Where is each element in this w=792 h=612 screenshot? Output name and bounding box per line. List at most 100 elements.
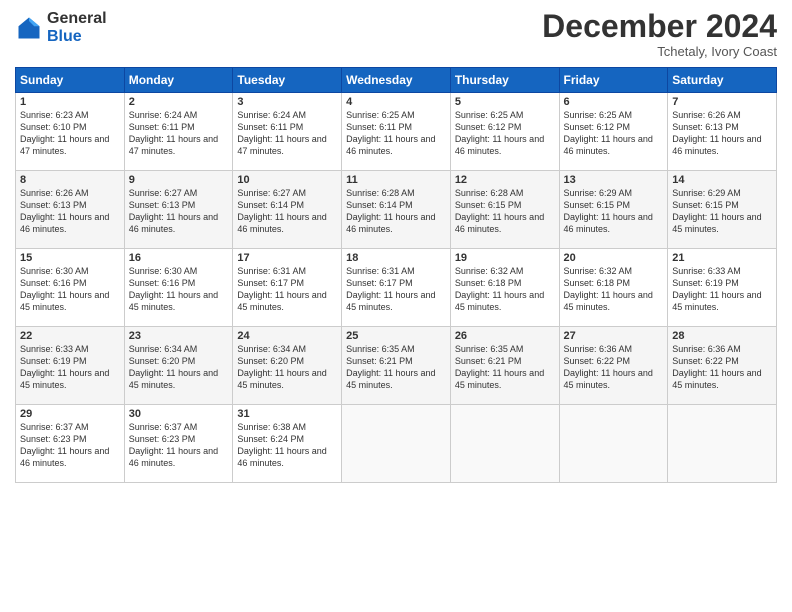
- calendar-week-row: 29Sunrise: 6:37 AMSunset: 6:23 PMDayligh…: [16, 405, 777, 483]
- day-number: 3: [237, 96, 337, 108]
- day-info: Sunrise: 6:24 AMSunset: 6:11 PMDaylight:…: [237, 109, 337, 158]
- day-number: 9: [129, 174, 229, 186]
- day-info: Sunrise: 6:28 AMSunset: 6:15 PMDaylight:…: [455, 187, 555, 236]
- header-saturday: Saturday: [668, 68, 777, 93]
- calendar-header-row: Sunday Monday Tuesday Wednesday Thursday…: [16, 68, 777, 93]
- day-number: 11: [346, 174, 446, 186]
- table-row: 30Sunrise: 6:37 AMSunset: 6:23 PMDayligh…: [124, 405, 233, 483]
- day-number: 15: [20, 252, 120, 264]
- table-row: 24Sunrise: 6:34 AMSunset: 6:20 PMDayligh…: [233, 327, 342, 405]
- day-number: 13: [564, 174, 664, 186]
- day-info: Sunrise: 6:25 AMSunset: 6:12 PMDaylight:…: [564, 109, 664, 158]
- day-info: Sunrise: 6:24 AMSunset: 6:11 PMDaylight:…: [129, 109, 229, 158]
- day-number: 17: [237, 252, 337, 264]
- table-row: 11Sunrise: 6:28 AMSunset: 6:14 PMDayligh…: [342, 171, 451, 249]
- page: General Blue December 2024 Tchetaly, Ivo…: [0, 0, 792, 612]
- day-info: Sunrise: 6:35 AMSunset: 6:21 PMDaylight:…: [346, 343, 446, 392]
- logo-text: General Blue: [47, 10, 107, 45]
- location: Tchetaly, Ivory Coast: [542, 44, 777, 59]
- day-number: 6: [564, 96, 664, 108]
- calendar-week-row: 22Sunrise: 6:33 AMSunset: 6:19 PMDayligh…: [16, 327, 777, 405]
- table-row: 18Sunrise: 6:31 AMSunset: 6:17 PMDayligh…: [342, 249, 451, 327]
- table-row: [342, 405, 451, 483]
- calendar-week-row: 8Sunrise: 6:26 AMSunset: 6:13 PMDaylight…: [16, 171, 777, 249]
- day-number: 2: [129, 96, 229, 108]
- day-number: 19: [455, 252, 555, 264]
- day-info: Sunrise: 6:37 AMSunset: 6:23 PMDaylight:…: [20, 421, 120, 470]
- table-row: 5Sunrise: 6:25 AMSunset: 6:12 PMDaylight…: [450, 93, 559, 171]
- table-row: 27Sunrise: 6:36 AMSunset: 6:22 PMDayligh…: [559, 327, 668, 405]
- title-block: December 2024 Tchetaly, Ivory Coast: [542, 10, 777, 59]
- table-row: 26Sunrise: 6:35 AMSunset: 6:21 PMDayligh…: [450, 327, 559, 405]
- day-info: Sunrise: 6:27 AMSunset: 6:14 PMDaylight:…: [237, 187, 337, 236]
- table-row: 6Sunrise: 6:25 AMSunset: 6:12 PMDaylight…: [559, 93, 668, 171]
- day-info: Sunrise: 6:29 AMSunset: 6:15 PMDaylight:…: [564, 187, 664, 236]
- table-row: 13Sunrise: 6:29 AMSunset: 6:15 PMDayligh…: [559, 171, 668, 249]
- header-wednesday: Wednesday: [342, 68, 451, 93]
- day-number: 25: [346, 330, 446, 342]
- header-thursday: Thursday: [450, 68, 559, 93]
- table-row: 31Sunrise: 6:38 AMSunset: 6:24 PMDayligh…: [233, 405, 342, 483]
- table-row: 21Sunrise: 6:33 AMSunset: 6:19 PMDayligh…: [668, 249, 777, 327]
- header-tuesday: Tuesday: [233, 68, 342, 93]
- day-number: 28: [672, 330, 772, 342]
- day-info: Sunrise: 6:32 AMSunset: 6:18 PMDaylight:…: [455, 265, 555, 314]
- day-info: Sunrise: 6:25 AMSunset: 6:11 PMDaylight:…: [346, 109, 446, 158]
- header: General Blue December 2024 Tchetaly, Ivo…: [15, 10, 777, 59]
- table-row: 9Sunrise: 6:27 AMSunset: 6:13 PMDaylight…: [124, 171, 233, 249]
- day-number: 31: [237, 408, 337, 420]
- table-row: 28Sunrise: 6:36 AMSunset: 6:22 PMDayligh…: [668, 327, 777, 405]
- table-row: 2Sunrise: 6:24 AMSunset: 6:11 PMDaylight…: [124, 93, 233, 171]
- month-title: December 2024: [542, 10, 777, 42]
- table-row: 8Sunrise: 6:26 AMSunset: 6:13 PMDaylight…: [16, 171, 125, 249]
- header-sunday: Sunday: [16, 68, 125, 93]
- table-row: 20Sunrise: 6:32 AMSunset: 6:18 PMDayligh…: [559, 249, 668, 327]
- day-number: 29: [20, 408, 120, 420]
- day-number: 8: [20, 174, 120, 186]
- day-number: 23: [129, 330, 229, 342]
- table-row: 15Sunrise: 6:30 AMSunset: 6:16 PMDayligh…: [16, 249, 125, 327]
- calendar: Sunday Monday Tuesday Wednesday Thursday…: [15, 67, 777, 483]
- day-info: Sunrise: 6:38 AMSunset: 6:24 PMDaylight:…: [237, 421, 337, 470]
- day-number: 4: [346, 96, 446, 108]
- day-info: Sunrise: 6:34 AMSunset: 6:20 PMDaylight:…: [129, 343, 229, 392]
- day-info: Sunrise: 6:33 AMSunset: 6:19 PMDaylight:…: [20, 343, 120, 392]
- day-number: 24: [237, 330, 337, 342]
- day-number: 10: [237, 174, 337, 186]
- table-row: 16Sunrise: 6:30 AMSunset: 6:16 PMDayligh…: [124, 249, 233, 327]
- calendar-week-row: 1Sunrise: 6:23 AMSunset: 6:10 PMDaylight…: [16, 93, 777, 171]
- table-row: 19Sunrise: 6:32 AMSunset: 6:18 PMDayligh…: [450, 249, 559, 327]
- day-info: Sunrise: 6:25 AMSunset: 6:12 PMDaylight:…: [455, 109, 555, 158]
- day-number: 18: [346, 252, 446, 264]
- table-row: 7Sunrise: 6:26 AMSunset: 6:13 PMDaylight…: [668, 93, 777, 171]
- table-row: [450, 405, 559, 483]
- logo-icon: [15, 14, 43, 42]
- table-row: 1Sunrise: 6:23 AMSunset: 6:10 PMDaylight…: [16, 93, 125, 171]
- day-info: Sunrise: 6:36 AMSunset: 6:22 PMDaylight:…: [564, 343, 664, 392]
- day-number: 1: [20, 96, 120, 108]
- header-monday: Monday: [124, 68, 233, 93]
- table-row: [559, 405, 668, 483]
- table-row: 29Sunrise: 6:37 AMSunset: 6:23 PMDayligh…: [16, 405, 125, 483]
- day-number: 26: [455, 330, 555, 342]
- logo-blue: Blue: [47, 28, 107, 46]
- day-info: Sunrise: 6:30 AMSunset: 6:16 PMDaylight:…: [20, 265, 120, 314]
- table-row: 14Sunrise: 6:29 AMSunset: 6:15 PMDayligh…: [668, 171, 777, 249]
- day-info: Sunrise: 6:28 AMSunset: 6:14 PMDaylight:…: [346, 187, 446, 236]
- table-row: 12Sunrise: 6:28 AMSunset: 6:15 PMDayligh…: [450, 171, 559, 249]
- day-number: 22: [20, 330, 120, 342]
- day-info: Sunrise: 6:31 AMSunset: 6:17 PMDaylight:…: [237, 265, 337, 314]
- logo-general: General: [47, 10, 107, 28]
- day-info: Sunrise: 6:31 AMSunset: 6:17 PMDaylight:…: [346, 265, 446, 314]
- day-number: 30: [129, 408, 229, 420]
- day-info: Sunrise: 6:37 AMSunset: 6:23 PMDaylight:…: [129, 421, 229, 470]
- day-info: Sunrise: 6:26 AMSunset: 6:13 PMDaylight:…: [672, 109, 772, 158]
- table-row: 3Sunrise: 6:24 AMSunset: 6:11 PMDaylight…: [233, 93, 342, 171]
- table-row: 4Sunrise: 6:25 AMSunset: 6:11 PMDaylight…: [342, 93, 451, 171]
- table-row: 22Sunrise: 6:33 AMSunset: 6:19 PMDayligh…: [16, 327, 125, 405]
- day-info: Sunrise: 6:35 AMSunset: 6:21 PMDaylight:…: [455, 343, 555, 392]
- day-info: Sunrise: 6:33 AMSunset: 6:19 PMDaylight:…: [672, 265, 772, 314]
- table-row: 25Sunrise: 6:35 AMSunset: 6:21 PMDayligh…: [342, 327, 451, 405]
- day-info: Sunrise: 6:30 AMSunset: 6:16 PMDaylight:…: [129, 265, 229, 314]
- day-info: Sunrise: 6:34 AMSunset: 6:20 PMDaylight:…: [237, 343, 337, 392]
